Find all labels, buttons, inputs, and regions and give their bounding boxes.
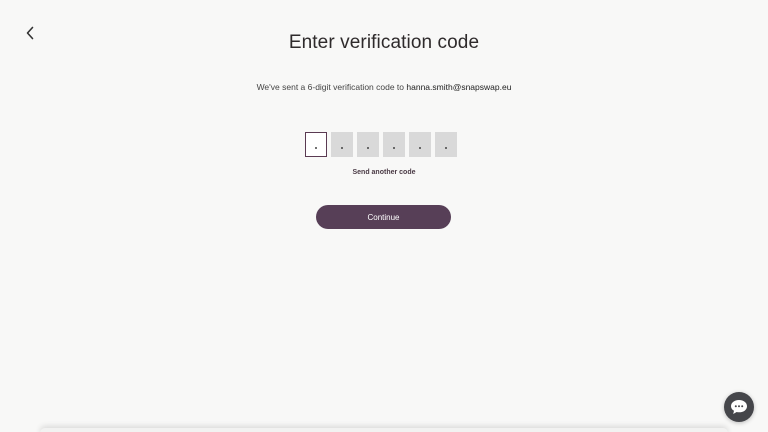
email-address: hanna.smith@snapswap.eu	[406, 82, 512, 92]
code-digit-4[interactable]	[383, 132, 405, 157]
placeholder-dot	[315, 146, 317, 149]
placeholder-dot	[367, 146, 369, 149]
page-title: Enter verification code	[288, 32, 480, 53]
verification-page: Enter verification code We've sent a 6-d…	[0, 0, 768, 432]
chat-bubble-icon	[731, 400, 747, 414]
code-input-group	[305, 132, 457, 157]
placeholder-dot	[445, 146, 447, 149]
message-prefix: We've sent a 6-digit verification code t…	[256, 82, 407, 92]
placeholder-dot	[393, 146, 395, 149]
code-digit-2[interactable]	[331, 132, 353, 157]
chat-button[interactable]	[724, 392, 754, 422]
bottom-sheet-edge	[40, 428, 728, 432]
send-another-code-link[interactable]: Send another code	[0, 169, 768, 176]
continue-button[interactable]: Continue	[316, 205, 451, 229]
placeholder-dot	[419, 146, 421, 149]
code-digit-6[interactable]	[435, 132, 457, 157]
code-digit-1[interactable]	[305, 132, 327, 157]
code-digit-3[interactable]	[357, 132, 379, 157]
verification-message: We've sent a 6-digit verification code t…	[0, 82, 768, 92]
code-digit-5[interactable]	[409, 132, 431, 157]
placeholder-dot	[341, 146, 343, 149]
